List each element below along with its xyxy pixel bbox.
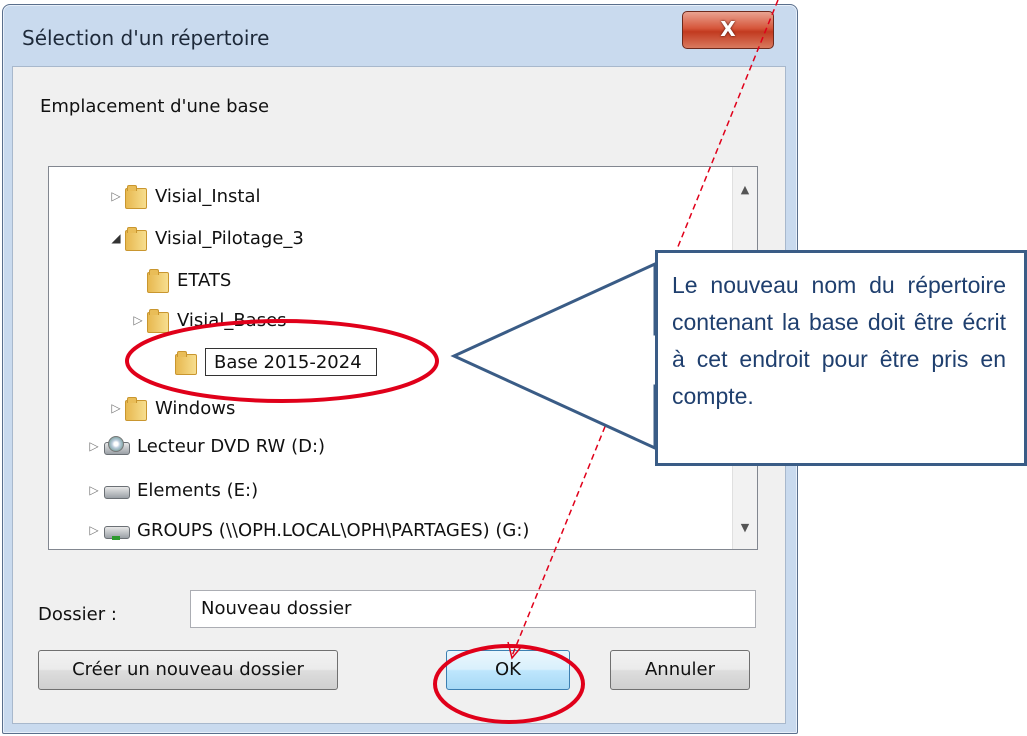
- tree-item-label: Visial_Bases: [177, 309, 287, 331]
- callout-text-box: Le nouveau nom du répertoire contenant l…: [655, 250, 1027, 466]
- tree-item-dvd-drive[interactable]: ▷ Lecteur DVD RW (D:): [85, 431, 325, 461]
- drive-icon: [103, 480, 130, 500]
- dialog-heading: Emplacement d'une base: [40, 96, 270, 117]
- window-title: Sélection d'un répertoire: [22, 26, 270, 50]
- folder-name-label: Dossier :: [38, 604, 117, 625]
- cancel-button[interactable]: Annuler: [610, 650, 750, 690]
- tree-item-groups-drive[interactable]: ▷ GROUPS (\\OPH.LOCAL\OPH\PARTAGES) (G:): [85, 515, 529, 545]
- rename-folder-input[interactable]: Base 2015-2024: [205, 348, 377, 376]
- folder-icon: [147, 309, 169, 333]
- close-button[interactable]: X: [682, 11, 774, 49]
- callout-text: Le nouveau nom du répertoire contenant l…: [672, 272, 1006, 409]
- folder-icon: [175, 351, 197, 375]
- network-drive-icon: [103, 520, 130, 540]
- tree-item-label: Windows: [155, 397, 236, 419]
- tree-item-label: Visial_Instal: [155, 185, 261, 207]
- folder-icon: [147, 269, 169, 293]
- dvd-drive-icon: [103, 436, 130, 456]
- expand-arrow-icon[interactable]: ▷: [107, 401, 125, 415]
- new-folder-button[interactable]: Créer un nouveau dossier: [38, 650, 338, 690]
- tree-item-label: Lecteur DVD RW (D:): [137, 435, 326, 457]
- tree-item-label: Visial_Pilotage_3: [155, 227, 304, 249]
- close-icon: X: [720, 17, 736, 41]
- tree-item-label: ETATS: [177, 269, 232, 291]
- expand-arrow-icon[interactable]: ▷: [129, 313, 147, 327]
- expand-arrow-icon[interactable]: ▷: [107, 189, 125, 203]
- scroll-up-icon[interactable]: ▲: [733, 183, 757, 196]
- expand-arrow-icon[interactable]: ▷: [85, 439, 103, 453]
- tree-item-visial-pilotage[interactable]: ◢ Visial_Pilotage_3: [107, 223, 304, 253]
- tree-item-label: Elements (E:): [137, 479, 259, 501]
- folder-icon: [125, 397, 147, 421]
- ok-button[interactable]: OK: [446, 650, 570, 690]
- scroll-down-icon[interactable]: ▼: [733, 521, 757, 534]
- tree-item-visial-instal[interactable]: ▷ Visial_Instal: [107, 181, 261, 211]
- tree-item-elements-drive[interactable]: ▷ Elements (E:): [85, 475, 258, 505]
- tree-item-windows[interactable]: ▷ Windows: [107, 393, 235, 423]
- expand-arrow-icon[interactable]: ▷: [85, 523, 103, 537]
- tree-item-base-2015-2024[interactable]: Base 2015-2024: [157, 347, 377, 377]
- folder-icon: [125, 185, 147, 209]
- folder-name-input[interactable]: Nouveau dossier: [190, 590, 756, 628]
- folder-icon: [125, 227, 147, 251]
- expand-arrow-icon[interactable]: ▷: [85, 483, 103, 497]
- tree-item-etats[interactable]: ETATS: [129, 265, 231, 295]
- tree-item-label: GROUPS (\\OPH.LOCAL\OPH\PARTAGES) (G:): [137, 519, 530, 541]
- collapse-arrow-icon[interactable]: ◢: [107, 231, 125, 245]
- folder-tree[interactable]: ▷ Visial_Instal ◢ Visial_Pilotage_3 ETAT…: [48, 166, 758, 550]
- tree-item-visial-bases[interactable]: ▷ Visial_Bases: [129, 305, 287, 335]
